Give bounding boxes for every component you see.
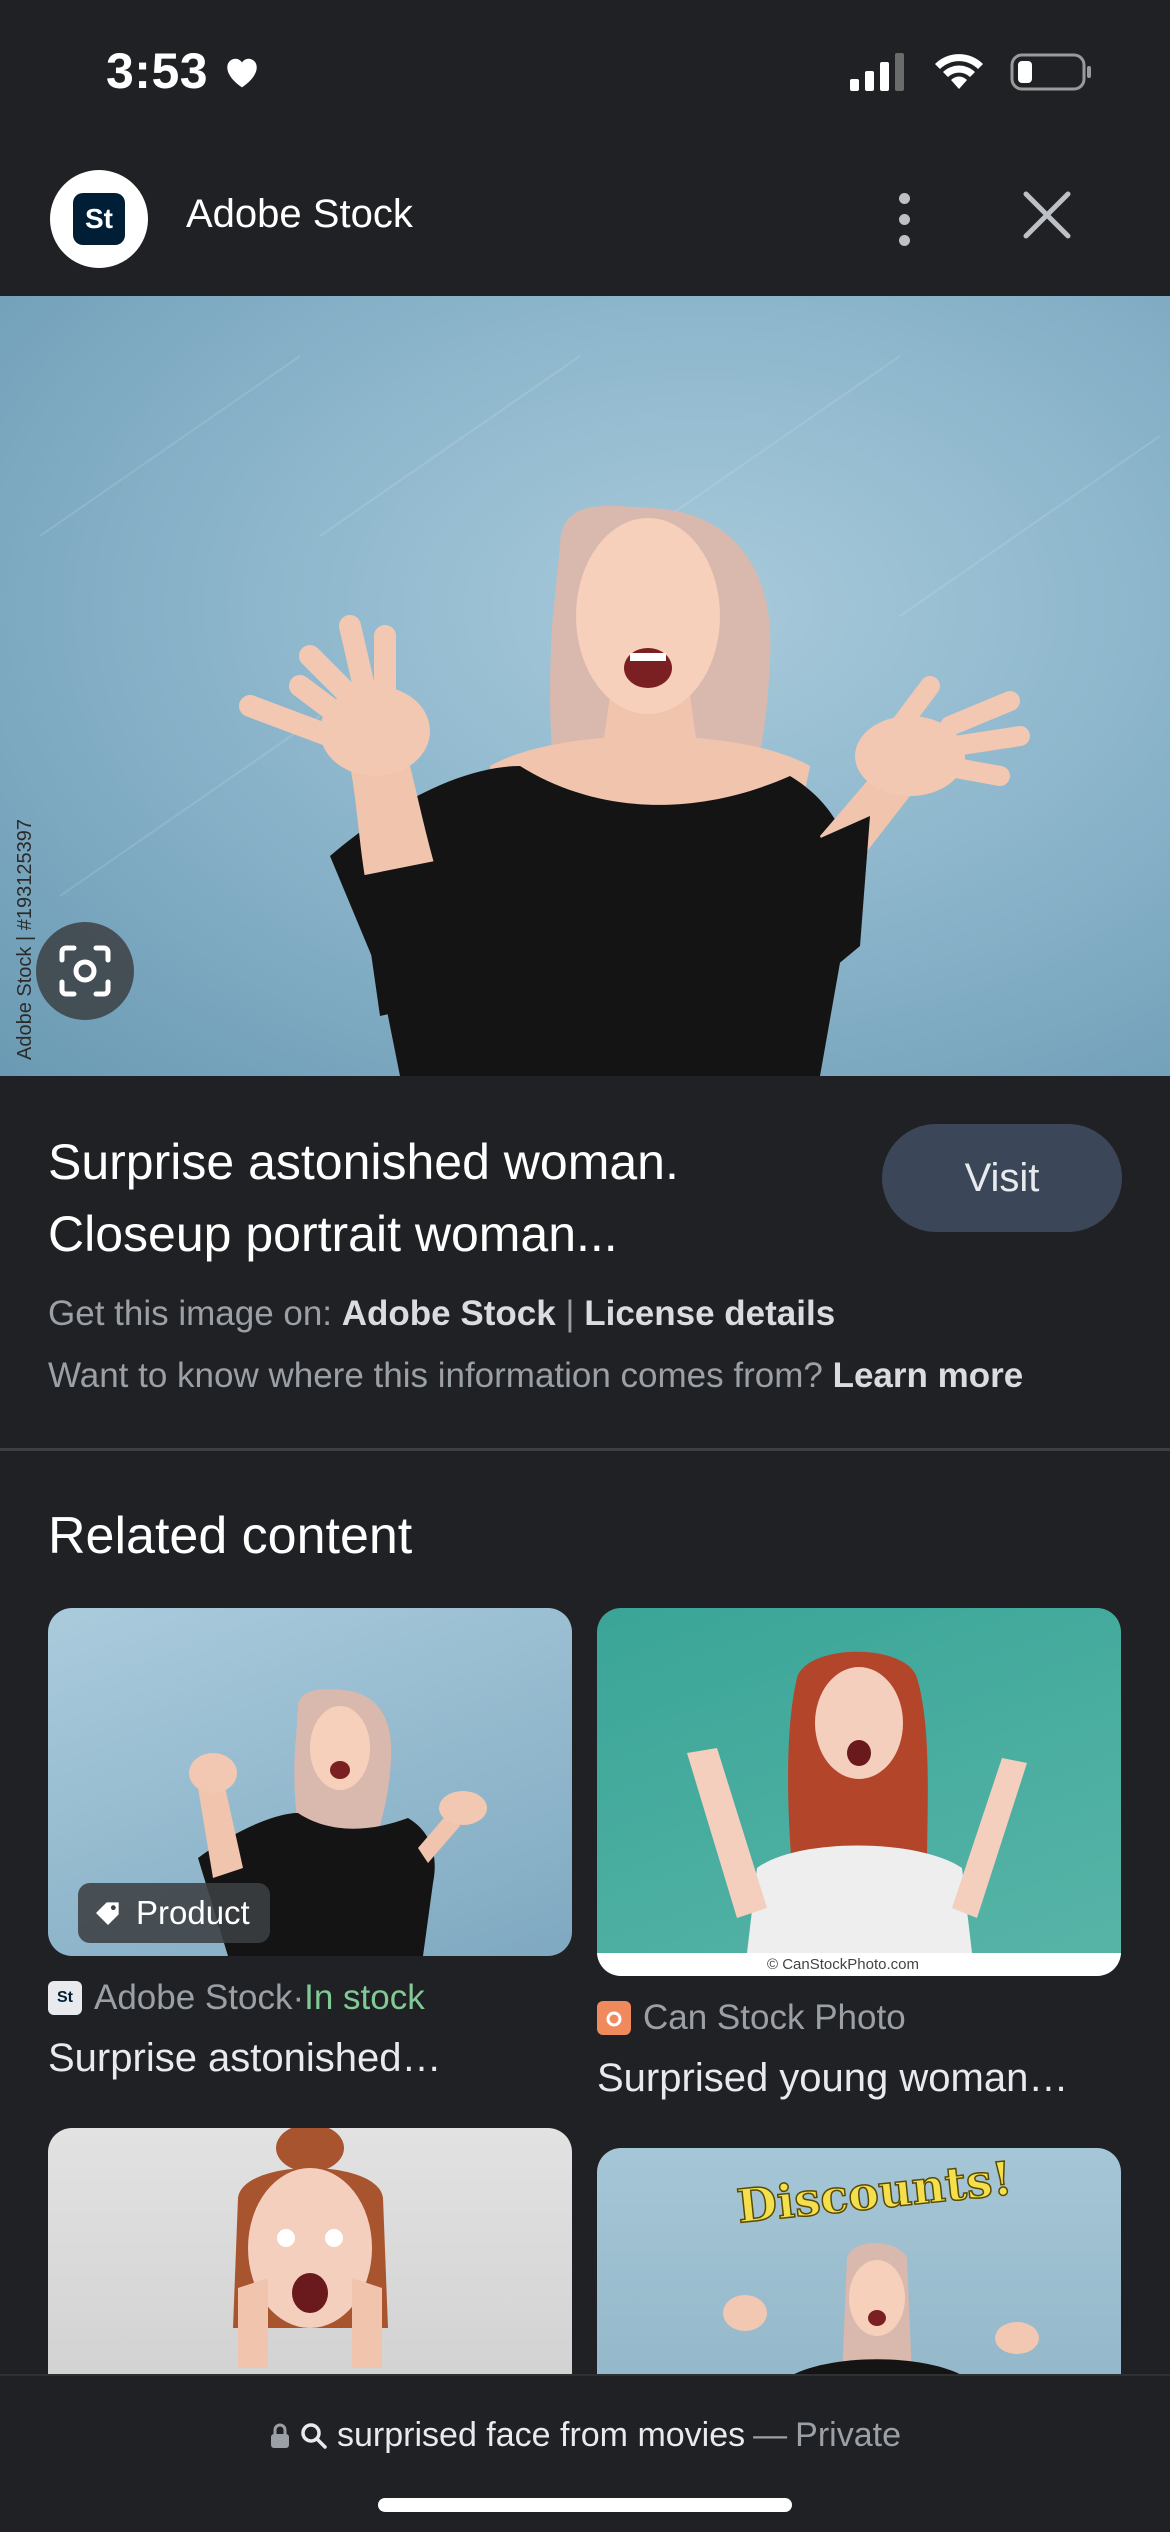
cellular-signal-icon [850,53,904,91]
related-title[interactable]: Surprise astonished… [48,2036,442,2081]
search-query: surprised face from movies [337,2416,746,2454]
stock-status: In stock [304,1978,425,2017]
lock-icon [271,2423,290,2448]
search-icon [301,2422,327,2449]
status-time: 3:53 [106,42,262,100]
can-stock-photo-favicon-icon [597,2001,631,2035]
image-title-line-1: Surprise astonished woman. [48,1134,679,1190]
battery-icon [1010,53,1091,91]
address-bar[interactable]: surprised face from movies — Private [0,2416,1170,2455]
source-name: Can Stock Photo [643,1998,906,2037]
product-chip: Product [78,1883,270,1943]
license-details-link[interactable]: License details [584,1294,835,1333]
home-indicator[interactable] [378,2498,792,2512]
private-mode-label: Private [795,2416,901,2454]
lens-search-button[interactable] [36,922,134,1020]
separator: | [555,1294,585,1333]
tag-icon [96,1902,119,1925]
source-name: Adobe Stock [94,1978,293,2017]
related-card[interactable]: Discounts! [597,2148,1121,2448]
image-source-line: Get this image on: Adobe Stock | License… [48,1294,835,1334]
menu-dot [898,234,910,246]
viewer-header: St Adobe Stock [0,160,1170,296]
visit-button[interactable]: Visit [882,1124,1122,1232]
adobe-stock-logo-icon: St [73,193,125,245]
stock-separator: · [292,1978,305,2017]
image-title[interactable]: Surprise astonished woman. Closeup portr… [48,1126,828,1270]
product-chip-label: Product [136,1894,250,1931]
clock-text: 3:53 [106,43,209,99]
status-bar: 3:53 [0,0,1170,150]
query-separator: — [753,2416,788,2454]
adobe-stock-favicon-icon: St [48,1981,82,2015]
wifi-icon [935,54,983,89]
related-card[interactable]: Product St Adobe Stock · In stock Surpri… [48,1608,572,2088]
status-icons [850,52,1092,92]
get-image-prefix: Get this image on: [48,1294,342,1333]
related-thumbnail[interactable]: © CanStockPhoto.com [597,1608,1121,1976]
image-credit: Adobe Stock | #193125397 [14,819,36,1060]
source-name[interactable]: Adobe Stock [186,192,413,237]
menu-dot [898,192,910,204]
related-source: Can Stock Photo [597,1998,906,2038]
related-card[interactable]: © CanStockPhoto.com Can Stock Photo Surp… [597,1608,1121,2108]
related-card[interactable] [48,2128,572,2428]
image-title-line-2: Closeup portrait woman... [48,1206,618,1262]
info-source-line: Want to know where this information come… [48,1356,1023,1396]
canstock-watermark: © CanStockPhoto.com [767,1956,919,1973]
related-content-heading: Related content [48,1507,413,1565]
discounts-banner: Discounts! [734,2151,1014,2234]
more-options-button[interactable] [880,184,928,254]
heart-icon [227,58,257,88]
woman-photo-illustration: © CanStockPhoto.com [597,1651,1121,1976]
browser-bottom-bar: surprised face from movies — Private [0,2374,1170,2532]
divider [0,1448,1170,1451]
lens-icon [59,945,111,997]
close-icon[interactable] [1018,186,1076,244]
related-title[interactable]: Surprised young woman… [597,2056,1068,2101]
main-image[interactable] [0,296,1170,1076]
source-logo[interactable]: St [50,170,148,268]
related-source: St Adobe Stock · In stock [48,1978,425,2018]
where-info-prefix: Want to know where this information come… [48,1356,833,1395]
menu-dot [898,213,910,225]
learn-more-link[interactable]: Learn more [833,1356,1024,1395]
source-link[interactable]: Adobe Stock [342,1294,556,1333]
woman-photo-illustration [39,355,1161,1076]
related-thumbnail[interactable]: Product [48,1608,572,1956]
